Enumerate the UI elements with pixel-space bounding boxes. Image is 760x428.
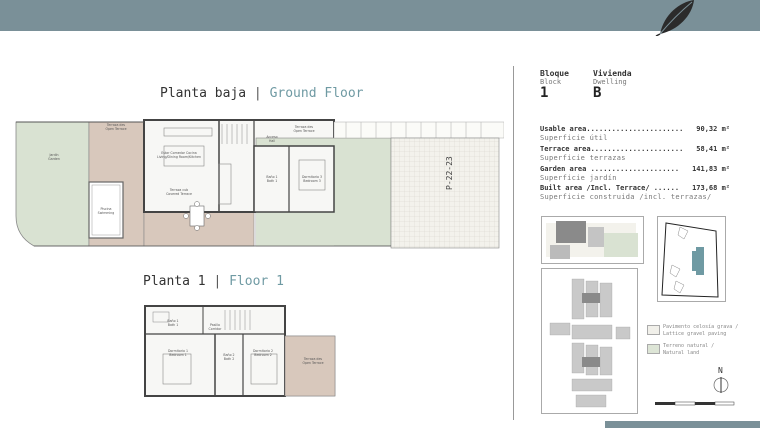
area-sub-label: Superficie terrazas [540, 154, 626, 162]
top-banner [0, 0, 760, 31]
room-label-terrace_east: Terraza des Open Terrace [293, 125, 314, 133]
ground-floor-title: Planta baja | Ground Floor [160, 86, 364, 101]
area-label: Garden area ..................... [540, 165, 680, 173]
first-floor-title-es: Planta 1 [143, 274, 206, 289]
legend-gravel: Pavimento celosía grava / Lattice gravel… [663, 324, 738, 338]
area-usable-sub: Superficie útil [540, 134, 730, 142]
block-value: 1 [540, 85, 549, 101]
area-value: 90,32 m² [696, 125, 730, 133]
legend-swatch-natural [647, 344, 660, 354]
legend-label-en: Natural land [663, 350, 700, 356]
area-garden: Garden area ..................... 141,83… [540, 165, 730, 173]
area-garden-sub: Superficie jardín [540, 174, 730, 182]
dwelling-label: Vivienda [593, 69, 632, 78]
room-label-living: Estar Comedor Cocina Living/Dining Room/K… [157, 151, 201, 159]
ground-floor-plan: Jardín GardenTerraza des Open TerracePisci… [15, 119, 504, 249]
area-built-sub: Superficie construida /incl. terrazas/ [540, 193, 730, 201]
title-separator: | [253, 86, 262, 101]
north-arrow-icon [713, 377, 729, 393]
legend-label: Pavimento celosía grava / [663, 324, 739, 330]
area-sub-label: Superficie jardín [540, 174, 617, 182]
first-floor-title-en: Floor 1 [229, 274, 284, 289]
room-label-bath2: Baño 2 Bath 2 [223, 353, 234, 361]
leaf-logo-icon [655, 0, 694, 36]
legend-label-en: Lattice gravel paving [663, 331, 727, 337]
area-value: 58,41 m² [696, 145, 730, 153]
room-label-terrace_garden: Terraza des Open Terrace [105, 123, 126, 131]
area-label: Usable area....................... [540, 125, 684, 133]
ground-floor-title-es: Planta baja [160, 86, 247, 101]
block-location-map [541, 268, 638, 414]
area-sub-label: Superficie útil [540, 134, 608, 142]
dwelling-value: B [593, 85, 602, 101]
ground-floor-title-en: Ground Floor [269, 86, 364, 101]
site-plan [657, 216, 726, 302]
area-sub-label: Superficie construida /incl. terrazas/ [540, 193, 712, 201]
room-label-bed2: Dormitorio 2 Bedroom 2 [253, 349, 273, 357]
area-terrace: Terrace area...................... 58,41… [540, 145, 730, 153]
first-floor-plan: Baño 1 Bath 1 Pasillo CorridorDormitorio 1B… [144, 305, 336, 397]
room-label-bed1: Dormitorio 1 Bedroom 1 [168, 349, 188, 357]
area-built: Built area /Incl. Terrace/ ...... 173,68… [540, 184, 730, 192]
area-label: Built area /Incl. Terrace/ ...... [540, 184, 680, 192]
divider [513, 66, 514, 420]
area-terrace-sub: Superficie terrazas [540, 154, 730, 162]
north-label: N [718, 366, 723, 375]
room-label-bed3: Dormitorio 3 Bedroom 3 [302, 175, 322, 183]
key-plan-top [541, 216, 644, 264]
bottom-banner [605, 421, 760, 428]
room-label-bath1: Baño 1 Bath 1 [167, 319, 178, 327]
area-value: 173,68 m² [692, 184, 730, 192]
area-usable: Usable area....................... 90,32… [540, 125, 730, 133]
area-label: Terrace area...................... [540, 145, 684, 153]
room-label-garden: Jardín Garden [48, 153, 60, 161]
room-label-terrace: Terraza des Open Terrace [302, 357, 323, 365]
parking-label: P-22-23 [445, 156, 454, 190]
scale-bar [655, 401, 735, 406]
legend-natural: Terreno natural / Natural land [663, 343, 714, 357]
legend-label: Terreno natural / [663, 343, 715, 349]
block-label: Bloque [540, 69, 569, 78]
title-separator: | [213, 274, 222, 289]
first-floor-title: Planta 1 | Floor 1 [143, 274, 284, 289]
legend-swatch-gravel [647, 325, 660, 335]
room-label-terrace_cov: Terraza cub Covered Terrace [166, 188, 192, 196]
room-label-bath1: Baño 1 Bath 1 [266, 175, 277, 183]
area-value: 141,83 m² [692, 165, 730, 173]
